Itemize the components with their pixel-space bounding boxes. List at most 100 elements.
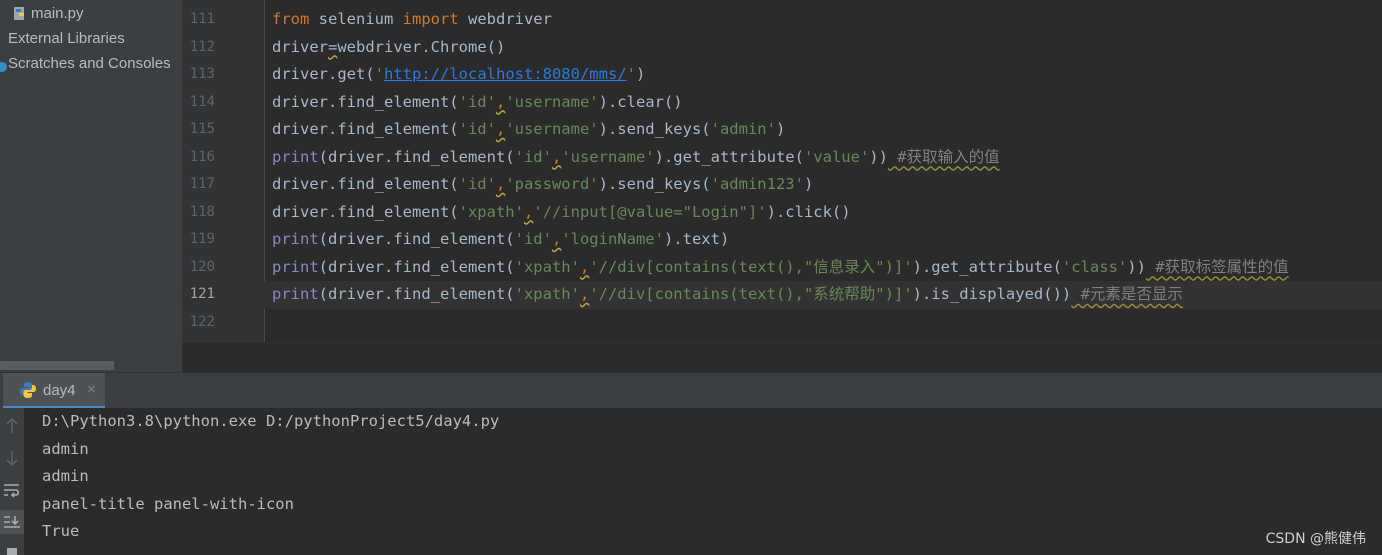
code-line[interactable]: 113 driver.get('http://localhost:8080/mm… xyxy=(182,61,1382,89)
code-url-link[interactable]: http://localhost:8080/mms/ xyxy=(384,65,627,83)
line-number: 111 xyxy=(189,11,215,27)
line-number: 122 xyxy=(189,313,215,330)
code-token: 'username' xyxy=(505,120,599,138)
code-token: driver.find_element( xyxy=(272,202,459,221)
code-token: print xyxy=(272,147,319,166)
close-icon[interactable]: × xyxy=(87,381,96,398)
project-sidebar: main.py External Libraries Scratches and… xyxy=(0,0,182,372)
console-line: admin xyxy=(42,467,89,485)
code-token: , xyxy=(551,230,562,248)
run-toolbar xyxy=(0,408,24,555)
line-number: 114 xyxy=(189,93,215,110)
console-line: True xyxy=(42,522,80,540)
line-number: 117 xyxy=(189,176,215,192)
code-token: 'id' xyxy=(514,147,552,166)
tree-item-scratches[interactable]: Scratches and Consoles xyxy=(0,52,171,76)
python-file-icon xyxy=(11,5,29,23)
code-comment: #元素是否显示 xyxy=(1071,285,1183,303)
code-token: 'xpath' xyxy=(514,285,580,303)
code-token: , xyxy=(495,175,506,193)
code-line[interactable]: 120 print(driver.find_element('xpath','/… xyxy=(182,254,1382,282)
code-token: 'class' xyxy=(1061,257,1128,276)
code-line[interactable]: 118 driver.find_element('xpath','//input… xyxy=(182,199,1382,227)
code-token: ).get_attribute( xyxy=(654,147,804,166)
line-number: 118 xyxy=(189,203,215,220)
code-line[interactable]: 115 driver.find_element('id','username')… xyxy=(182,116,1382,144)
code-token: ).is_displayed()) xyxy=(912,285,1072,303)
line-number: 116 xyxy=(189,148,215,165)
code-token: from xyxy=(272,10,310,28)
code-line-current[interactable]: 121 print(driver.find_element('xpath','/… xyxy=(182,281,1382,309)
code-line[interactable]: 116 print(driver.find_element('id','user… xyxy=(182,144,1382,172)
code-token: webdriver.Chrome() xyxy=(337,37,506,56)
code-token: 'id' xyxy=(458,175,496,193)
code-token: driver.get( xyxy=(272,65,375,83)
code-token: 'xpath' xyxy=(514,257,580,276)
code-line[interactable]: 117 driver.find_element('id','password')… xyxy=(182,171,1382,199)
code-token: (driver.find_element( xyxy=(318,230,515,248)
code-token: , xyxy=(523,202,534,221)
line-number: 119 xyxy=(189,231,215,247)
code-token: print xyxy=(272,230,319,248)
code-line[interactable]: 114 driver.find_element('id','username')… xyxy=(182,89,1382,117)
console-line: admin xyxy=(42,439,89,458)
scratch-icon xyxy=(0,55,8,73)
code-comment: #获取输入的值 xyxy=(887,147,1000,166)
console-line: panel-title panel-with-icon xyxy=(42,494,294,513)
code-token: 'xpath' xyxy=(458,202,524,221)
code-token: ).click() xyxy=(766,202,851,221)
code-token: (driver.find_element( xyxy=(318,285,515,303)
code-token: 'id' xyxy=(514,230,552,248)
code-token: 'admin123' xyxy=(710,175,804,193)
watermark: CSDN @熊健伟 xyxy=(1265,531,1366,547)
sidebar-horizontal-scrollbar[interactable] xyxy=(0,360,182,372)
code-line[interactable]: 119 print(driver.find_element('id','logi… xyxy=(182,226,1382,254)
arrow-down-icon[interactable] xyxy=(0,446,24,470)
arrow-up-icon[interactable] xyxy=(0,414,24,438)
scrollbar-thumb[interactable] xyxy=(0,361,114,370)
code-token: (driver.find_element( xyxy=(318,257,515,276)
scroll-to-end-icon[interactable] xyxy=(0,510,24,534)
code-token: ).text) xyxy=(663,230,730,248)
code-token: import xyxy=(402,10,459,28)
code-token: ).send_keys( xyxy=(598,120,711,138)
code-line[interactable]: 111 from selenium import webdriver xyxy=(182,6,1382,34)
tree-item-label: Scratches and Consoles xyxy=(8,55,171,73)
tree-item-label: main.py xyxy=(31,5,84,23)
code-token: driver.find_element( xyxy=(272,120,459,138)
code-token: ' xyxy=(374,65,384,83)
code-token: ) xyxy=(775,120,786,138)
code-line[interactable]: 112 driver=webdriver.Chrome() xyxy=(182,34,1382,62)
code-token: , xyxy=(551,147,562,166)
soft-wrap-icon[interactable] xyxy=(0,478,24,502)
code-token: selenium xyxy=(309,10,403,28)
code-line[interactable]: 122 xyxy=(182,309,1382,337)
code-token: , xyxy=(495,120,506,138)
code-token: , xyxy=(579,285,590,303)
code-editor[interactable]: 111 from selenium import webdriver 112 d… xyxy=(182,0,1382,372)
code-comment: #获取标签属性的值 xyxy=(1145,257,1289,276)
code-token: 'loginName' xyxy=(561,230,664,248)
line-number: 112 xyxy=(189,38,215,55)
code-token: driver.find_element( xyxy=(272,175,459,193)
run-console-output[interactable]: D:\Python3.8\python.exe D:/pythonProject… xyxy=(24,408,1382,555)
tab-day4[interactable]: day4 × xyxy=(3,373,105,409)
code-token: 'id' xyxy=(458,120,496,138)
code-token: 'password' xyxy=(505,175,599,193)
code-token: = xyxy=(328,37,338,56)
line-number: 113 xyxy=(189,66,215,82)
line-number: 120 xyxy=(189,258,215,275)
line-number: 121 xyxy=(189,286,215,302)
tree-item-label: External Libraries xyxy=(8,30,125,48)
code-token: '//input[@value="Login"]' xyxy=(533,202,767,221)
code-token: ).clear() xyxy=(598,92,683,111)
print-icon[interactable] xyxy=(0,542,24,555)
code-token: print xyxy=(272,285,319,303)
code-token: '//div[contains(text(),"系统帮助")]' xyxy=(589,285,913,303)
code-token: , xyxy=(495,92,506,111)
code-token: print xyxy=(272,257,319,276)
tree-item-main-py[interactable]: main.py xyxy=(0,2,84,26)
code-token: 'id' xyxy=(458,92,496,111)
code-token: ).get_attribute( xyxy=(912,257,1062,276)
tree-item-external-libraries[interactable]: External Libraries xyxy=(0,27,125,51)
